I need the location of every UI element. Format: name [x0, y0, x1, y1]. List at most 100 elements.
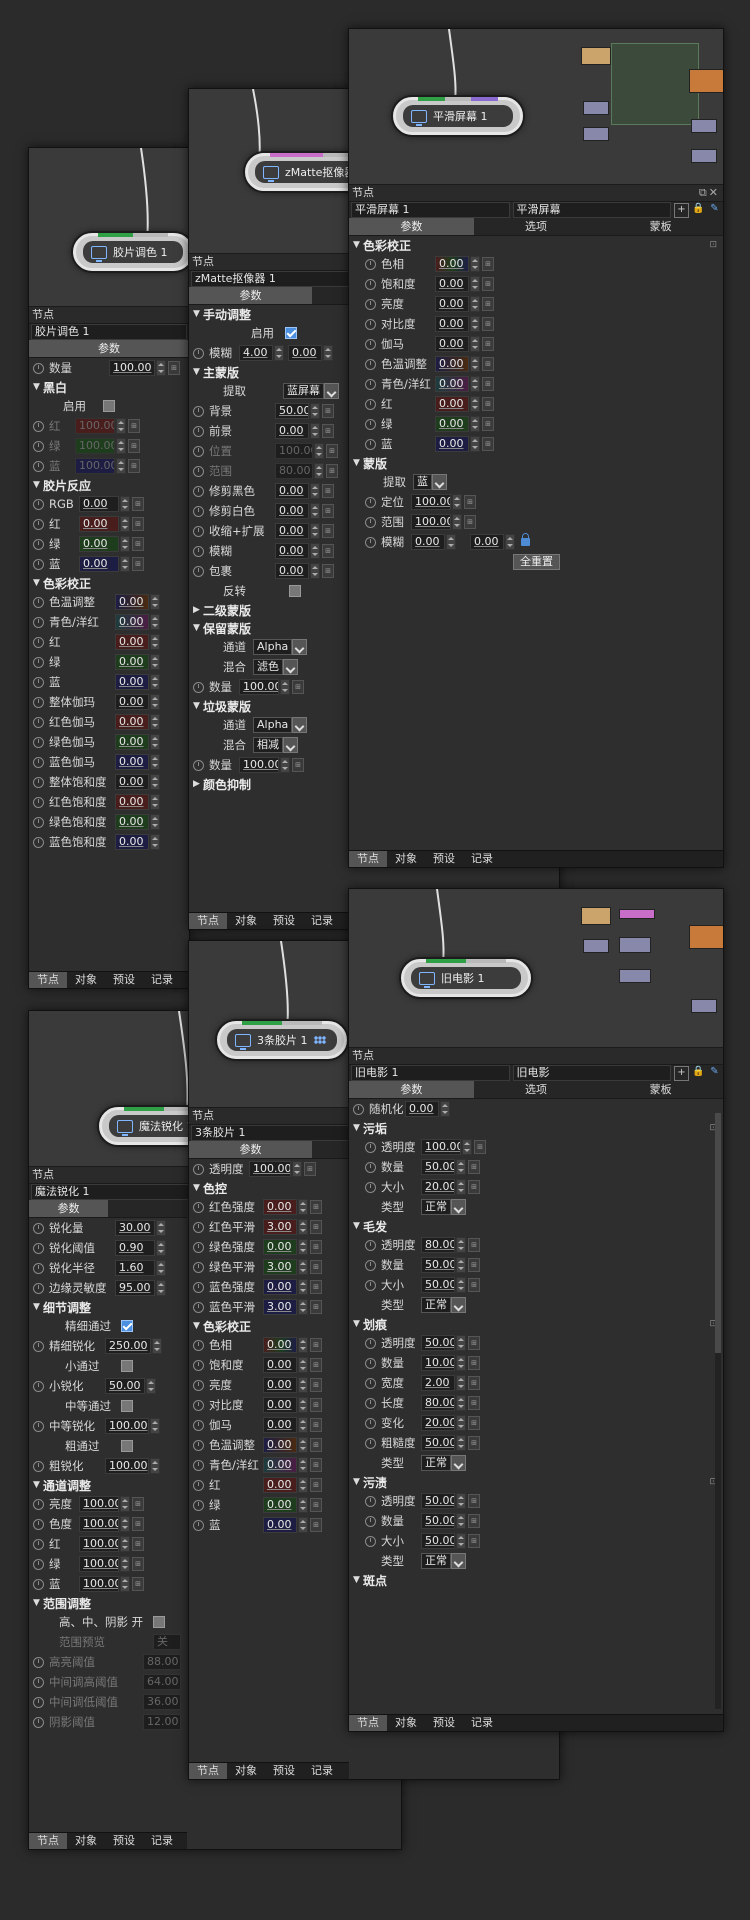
- tab-params[interactable]: 参数: [349, 1081, 474, 1098]
- small-pass-checkbox[interactable]: [121, 1360, 133, 1372]
- mid-hi-field[interactable]: 64.00: [143, 1674, 181, 1690]
- ggamma-field[interactable]: 0.00: [115, 734, 149, 750]
- tab-params[interactable]: 参数: [189, 1141, 313, 1158]
- scratch-type-select[interactable]: 正常: [421, 1455, 466, 1471]
- ch-red-field[interactable]: 100.00: [79, 1536, 119, 1552]
- range-field[interactable]: 100.00: [411, 514, 451, 530]
- bw-enable-checkbox[interactable]: [103, 400, 115, 412]
- tab-params[interactable]: 参数: [189, 287, 313, 304]
- node-film-grade[interactable]: 胶片调色 1: [73, 233, 189, 271]
- tab-preset[interactable]: 预设: [425, 851, 463, 867]
- scratch-rough-field[interactable]: 50.00: [421, 1435, 455, 1451]
- scratch-amount-field[interactable]: 10.00: [421, 1355, 455, 1371]
- bright-field[interactable]: 0.00: [263, 1377, 297, 1393]
- tab-preset[interactable]: 预设: [265, 1763, 303, 1779]
- tab-params[interactable]: 参数: [349, 218, 474, 235]
- hml-checkbox[interactable]: [153, 1616, 165, 1628]
- tab-object[interactable]: 对象: [67, 972, 105, 988]
- cyan-field[interactable]: 0.00: [263, 1457, 297, 1473]
- temp-field[interactable]: 0.00: [435, 356, 469, 372]
- opacity-field[interactable]: 100.00: [249, 1161, 291, 1177]
- section-hair[interactable]: 毛发: [363, 1218, 387, 1235]
- hi-threshold-field[interactable]: 88.00: [143, 1654, 181, 1670]
- section-matte[interactable]: 蒙版: [363, 455, 387, 472]
- sharpen-amount-field[interactable]: 30.00: [115, 1220, 155, 1236]
- tab-node[interactable]: 节点: [349, 851, 387, 867]
- tab-log[interactable]: 记录: [143, 1833, 181, 1849]
- extract-select[interactable]: 蓝: [413, 474, 447, 490]
- hair-size-field[interactable]: 50.00: [421, 1277, 455, 1293]
- shadow-threshold-field[interactable]: 12.00: [143, 1714, 181, 1730]
- blue-field[interactable]: 0.00: [435, 436, 469, 452]
- film-blue-field[interactable]: 0.00: [79, 556, 119, 572]
- fine-sharpen-field[interactable]: 250.00: [105, 1338, 151, 1354]
- pin-icon[interactable]: ✎: [708, 1066, 721, 1079]
- dirt-type-select[interactable]: 正常: [421, 1199, 466, 1215]
- cc-red-field[interactable]: 0.00: [115, 634, 149, 650]
- tab-node[interactable]: 节点: [29, 972, 67, 988]
- pos-field[interactable]: 100.00: [275, 443, 313, 459]
- section-manual[interactable]: 手动调整: [203, 306, 251, 323]
- scratch-width-field[interactable]: 2.00: [421, 1375, 455, 1391]
- range-field[interactable]: 80.00: [275, 463, 313, 479]
- red-field[interactable]: 0.00: [263, 1477, 297, 1493]
- section-range[interactable]: 范围调整: [43, 1595, 91, 1612]
- contrast-field[interactable]: 0.00: [435, 316, 469, 332]
- tab-params[interactable]: 参数: [29, 1200, 108, 1217]
- b-smooth-field[interactable]: 3.00: [263, 1299, 297, 1315]
- garbage-amount-field[interactable]: 100.00: [239, 757, 279, 773]
- node-smooth-screen[interactable]: 平滑屏幕 1: [393, 97, 523, 135]
- bright-field[interactable]: 0.00: [435, 296, 469, 312]
- section-hold[interactable]: 保留蒙版: [203, 620, 251, 637]
- stain-type-select[interactable]: 正常: [421, 1553, 466, 1569]
- lock-icon[interactable]: 🔒: [692, 203, 705, 216]
- tab-log[interactable]: 记录: [303, 1763, 341, 1779]
- shrink-field[interactable]: 0.00: [275, 523, 309, 539]
- tab-node[interactable]: 节点: [29, 1833, 67, 1849]
- float-icon[interactable]: ⧉: [699, 186, 709, 199]
- tab-log[interactable]: 记录: [463, 1715, 501, 1731]
- tab-object[interactable]: 对象: [67, 1833, 105, 1849]
- bgamma-field[interactable]: 0.00: [115, 754, 149, 770]
- garbage-channel-select[interactable]: Alpha: [253, 717, 308, 733]
- section-color-control[interactable]: 色控: [203, 1180, 227, 1197]
- section-spill[interactable]: 颜色抑制: [203, 776, 251, 793]
- section-scratch[interactable]: 划痕: [363, 1316, 387, 1333]
- hue-field[interactable]: 0.00: [263, 1337, 297, 1353]
- tab-object[interactable]: 对象: [227, 1763, 265, 1779]
- gamma-field[interactable]: 0.00: [435, 336, 469, 352]
- close-icon[interactable]: ✕: [709, 186, 720, 199]
- section-spot[interactable]: 斑点: [363, 1572, 387, 1589]
- section-color-correct[interactable]: 色彩校正: [43, 575, 91, 592]
- tab-object[interactable]: 对象: [387, 851, 425, 867]
- cc-green-field[interactable]: 0.00: [115, 654, 149, 670]
- mid-sharpen-field[interactable]: 100.00: [105, 1418, 149, 1434]
- green-field[interactable]: 0.00: [263, 1497, 297, 1513]
- tab-options[interactable]: 选项: [474, 218, 599, 235]
- fine-pass-checkbox[interactable]: [121, 1320, 133, 1332]
- tab-log[interactable]: 记录: [463, 851, 501, 867]
- rgb-field[interactable]: 0.00: [79, 496, 119, 512]
- scratch-length-field[interactable]: 80.00: [421, 1395, 455, 1411]
- gamma-field[interactable]: 0.00: [263, 1417, 297, 1433]
- lock-icon[interactable]: 🔒: [692, 1066, 705, 1079]
- section-garbage[interactable]: 垃圾蒙版: [203, 698, 251, 715]
- hue-field[interactable]: 0.00: [435, 256, 469, 272]
- g-smooth-field[interactable]: 3.00: [263, 1259, 297, 1275]
- b-strength-field[interactable]: 0.00: [263, 1279, 297, 1295]
- matte-blur-field[interactable]: 0.00: [275, 543, 309, 559]
- section-film-response[interactable]: 胶片反应: [43, 477, 91, 494]
- tab-node[interactable]: 节点: [349, 1715, 387, 1731]
- contrast-field[interactable]: 0.00: [263, 1397, 297, 1413]
- tab-preset[interactable]: 预设: [425, 1715, 463, 1731]
- bg-field[interactable]: 50.00: [275, 403, 309, 419]
- ch-green-field[interactable]: 100.00: [79, 1556, 119, 1572]
- node-name-field[interactable]: 旧电影 1: [351, 1065, 510, 1081]
- bw-blue-field[interactable]: 100.00: [75, 458, 115, 474]
- stain-size-field[interactable]: 50.00: [421, 1533, 455, 1549]
- red-field[interactable]: 0.00: [435, 396, 469, 412]
- gsat-field[interactable]: 0.00: [115, 814, 149, 830]
- node-old-film[interactable]: 旧电影 1: [401, 959, 531, 997]
- tab-node[interactable]: 节点: [189, 913, 227, 929]
- scratch-change-field[interactable]: 20.00: [421, 1415, 455, 1431]
